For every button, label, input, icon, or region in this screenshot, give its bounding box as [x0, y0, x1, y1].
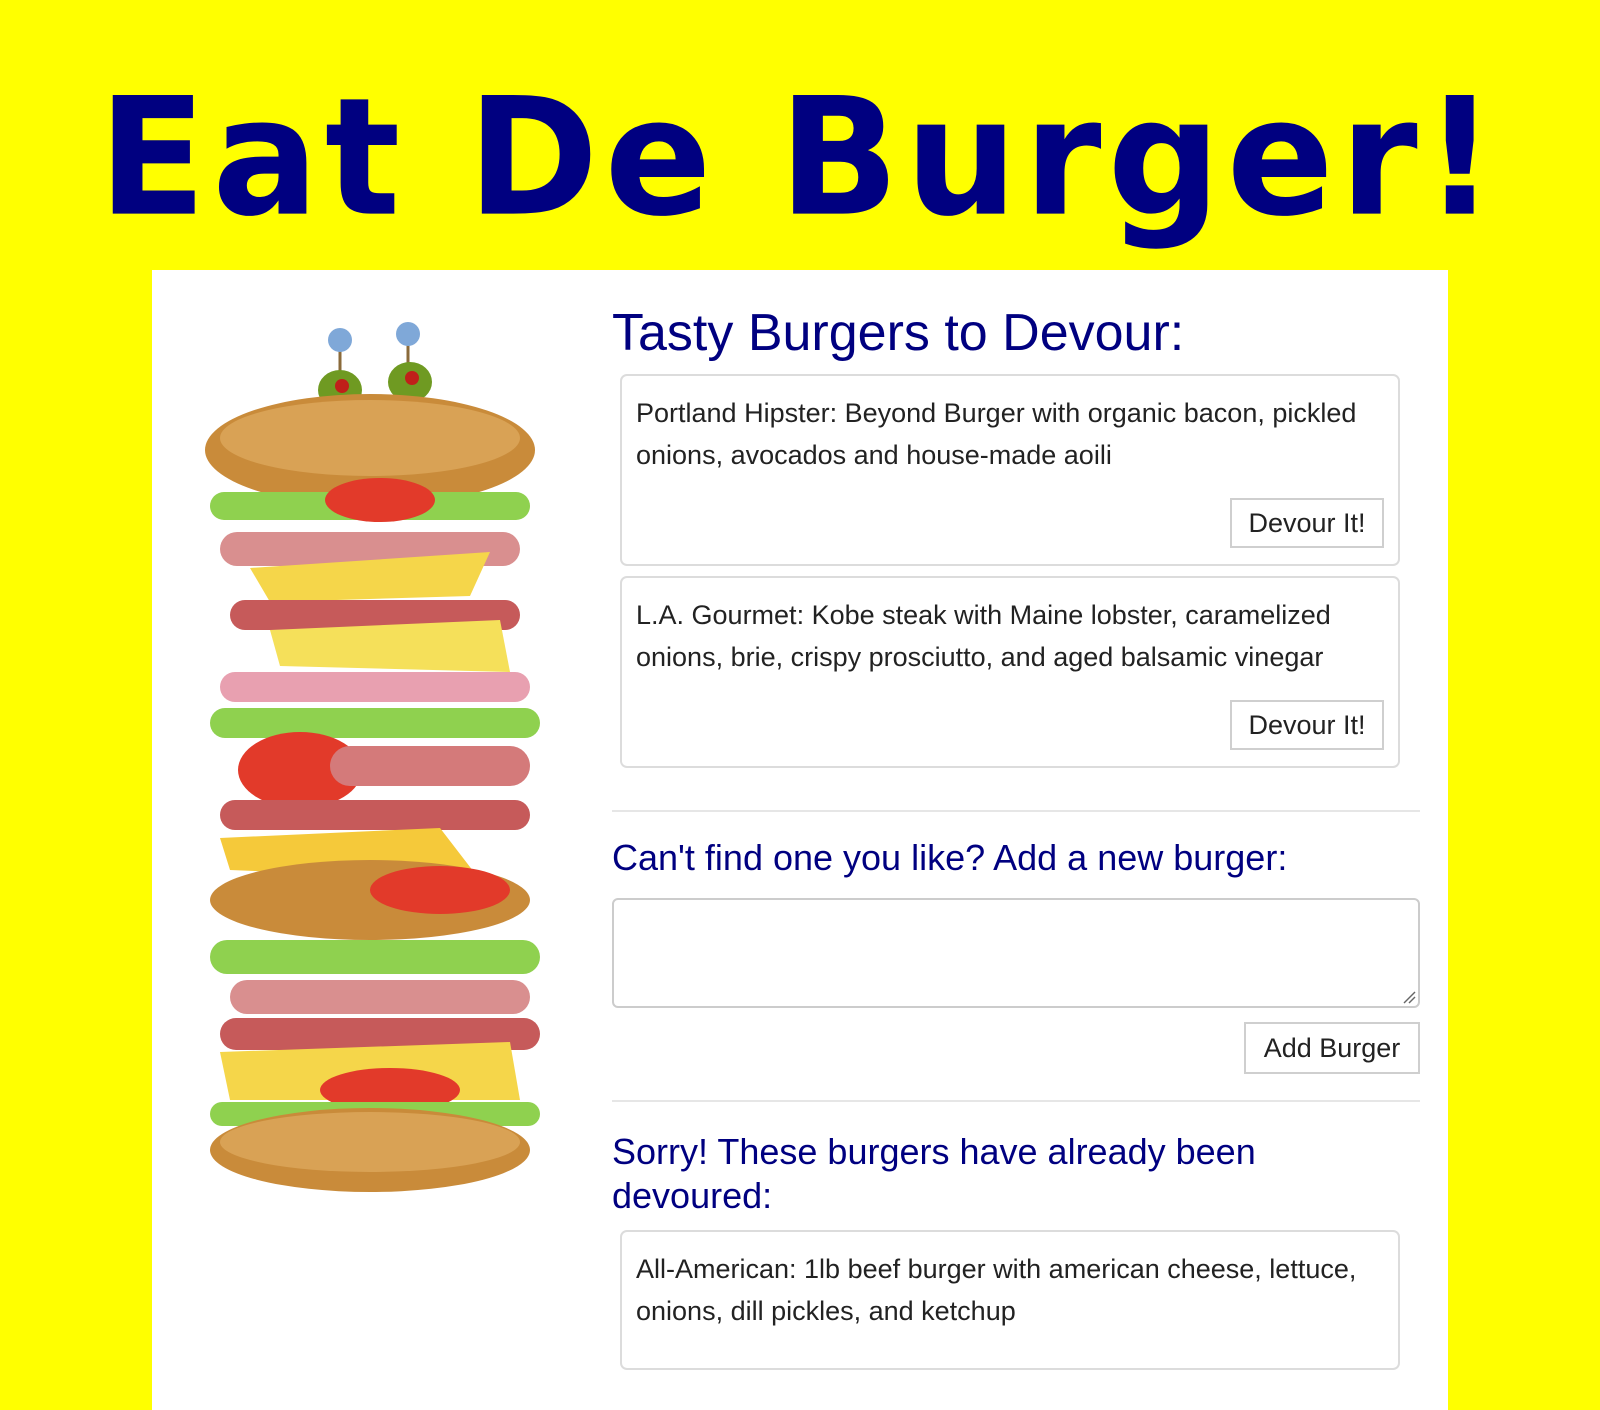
new-burger-input[interactable] [612, 898, 1420, 1008]
devoured-heading: Sorry! These burgers have already been d… [612, 1131, 1256, 1216]
site-title: Eat De Burger! [98, 63, 1502, 253]
add-burger-heading: Can't find one you like? Add a new burge… [612, 837, 1288, 878]
tall-burger-illustration-icon [205, 322, 540, 1192]
burger-description: L.A. Gourmet: Kobe steak with Maine lobs… [636, 600, 1331, 672]
devour-button[interactable]: Devour It! [1230, 498, 1384, 548]
burger-description: Portland Hipster: Beyond Burger with org… [636, 398, 1357, 470]
burger-card: Portland Hipster: Beyond Burger with org… [620, 374, 1400, 566]
add-burger-button[interactable]: Add Burger [1244, 1022, 1420, 1074]
burger-card: L.A. Gourmet: Kobe steak with Maine lobs… [620, 576, 1400, 768]
main-panel: Tasty Burgers to Devour: Portland Hipste… [152, 270, 1448, 1410]
section-divider [612, 810, 1420, 812]
resize-handle-icon[interactable] [1402, 990, 1416, 1004]
burger-description: All-American: 1lb beef burger with ameri… [636, 1254, 1357, 1326]
section-divider [612, 1100, 1420, 1102]
devour-heading: Tasty Burgers to Devour: [612, 304, 1185, 362]
devour-button[interactable]: Devour It! [1230, 700, 1384, 750]
devoured-burger-card: All-American: 1lb beef burger with ameri… [620, 1230, 1400, 1370]
